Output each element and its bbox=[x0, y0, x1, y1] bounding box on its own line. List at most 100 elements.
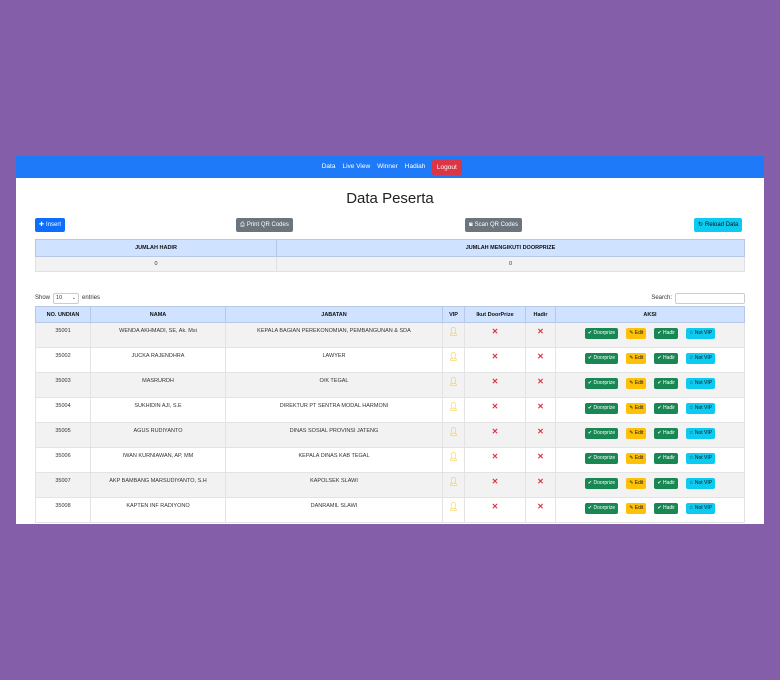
doorprize-button[interactable]: ✔ Doorprize bbox=[584, 328, 619, 339]
edit-button[interactable]: ✎ Edit bbox=[626, 353, 647, 364]
hadir-button[interactable]: ✔ Hadir bbox=[654, 378, 678, 389]
check-icon: ✔ bbox=[657, 455, 662, 461]
reload-button[interactable]: ↻ Reload Data bbox=[694, 218, 743, 232]
cell-no-undian: 35004 bbox=[35, 397, 91, 423]
cell-ikut-doorprize: ✕ bbox=[464, 447, 526, 473]
chevron-down-icon: ⌄ bbox=[71, 294, 77, 301]
cell-aksi: ✔ Doorprize ✎ Edit ✔ Hadir ☆ Not VIP bbox=[555, 322, 745, 348]
not-vip-button[interactable]: ☆ Not VIP bbox=[685, 453, 716, 464]
action-group: ✔ Doorprize ✎ Edit ✔ Hadir ☆ Not VIP bbox=[556, 403, 744, 414]
cell-vip: 👤︎ bbox=[442, 472, 465, 498]
user-icon: 👤︎ bbox=[448, 427, 459, 436]
hadir-label: Hadir bbox=[663, 455, 675, 461]
search-input[interactable] bbox=[675, 292, 745, 304]
not-vip-button[interactable]: ☆ Not VIP bbox=[685, 328, 716, 339]
doorprize-button[interactable]: ✔ Doorprize bbox=[584, 353, 619, 364]
edit-button[interactable]: ✎ Edit bbox=[626, 403, 647, 414]
doorprize-button[interactable]: ✔ Doorprize bbox=[584, 428, 619, 439]
check-icon: ✔ bbox=[657, 380, 662, 386]
doorprize-button[interactable]: ✔ Doorprize bbox=[584, 403, 619, 414]
edit-button[interactable]: ✎ Edit bbox=[626, 453, 647, 464]
hadir-button[interactable]: ✔ Hadir bbox=[654, 403, 678, 414]
check-icon: ✔ bbox=[587, 480, 593, 486]
hadir-button[interactable]: ✔ Hadir bbox=[654, 453, 678, 464]
action-group: ✔ Doorprize ✎ Edit ✔ Hadir ☆ Not VIP bbox=[556, 328, 744, 339]
cell-aksi: ✔ Doorprize ✎ Edit ✔ Hadir ☆ Not VIP bbox=[555, 472, 745, 498]
edit-button[interactable]: ✎ Edit bbox=[626, 328, 647, 339]
cell-no-undian: 35007 bbox=[35, 472, 91, 498]
cell-no-undian: 35008 bbox=[35, 497, 91, 523]
logout-button[interactable]: Logout bbox=[431, 159, 462, 175]
camera-icon: ◙ bbox=[469, 222, 473, 228]
table-row: 35002 JUCKA RAJENDHRA LAWYER 👤︎ ✕ ✕ ✔ Doorpriz… bbox=[35, 347, 745, 373]
check-icon: ✔ bbox=[657, 480, 662, 486]
cell-aksi: ✔ Doorprize ✎ Edit ✔ Hadir ☆ Not VIP bbox=[555, 347, 745, 373]
header-aksi[interactable]: AKSI bbox=[555, 306, 745, 323]
hadir-button[interactable]: ✔ Hadir bbox=[654, 328, 678, 339]
cell-nama: KAPTEN INF RADIYONO bbox=[90, 497, 226, 523]
not-vip-button[interactable]: ☆ Not VIP bbox=[685, 378, 716, 389]
header-no-undian[interactable]: NO. UNDIAN bbox=[35, 306, 91, 323]
pencil-icon: ✎ bbox=[629, 330, 634, 336]
cell-aksi: ✔ Doorprize ✎ Edit ✔ Hadir ☆ Not VIP bbox=[555, 497, 745, 523]
table-row: 35008 KAPTEN INF RADIYONO DANRAMIL SLAWI 👤︎… bbox=[35, 497, 745, 523]
not-vip-button[interactable]: ☆ Not VIP bbox=[685, 403, 716, 414]
hadir-button[interactable]: ✔ Hadir bbox=[654, 353, 678, 364]
cross-icon: ✕ bbox=[537, 327, 544, 336]
table-row: 35005 AGUS RUDIYANTO DINAS SOSIAL PROVINSI… bbox=[35, 422, 745, 448]
doorprize-button[interactable]: ✔ Doorprize bbox=[584, 378, 619, 389]
hadir-label: Hadir bbox=[663, 355, 675, 361]
pencil-icon: ✎ bbox=[629, 380, 634, 386]
doorprize-label: Doorprize bbox=[593, 455, 616, 461]
doorprize-button[interactable]: ✔ Doorprize bbox=[584, 503, 619, 514]
edit-button[interactable]: ✎ Edit bbox=[626, 378, 647, 389]
nav-live-view[interactable]: Live View bbox=[339, 156, 374, 178]
doorprize-button[interactable]: ✔ Doorprize bbox=[584, 478, 619, 489]
cross-icon: ✕ bbox=[537, 452, 544, 461]
edit-button[interactable]: ✎ Edit bbox=[626, 503, 647, 514]
hadir-button[interactable]: ✔ Hadir bbox=[654, 478, 678, 489]
nav-data[interactable]: Data bbox=[318, 156, 339, 178]
edit-button[interactable]: ✎ Edit bbox=[626, 478, 647, 489]
not-vip-label: Not VIP bbox=[694, 430, 713, 436]
user-icon: 👤︎ bbox=[448, 352, 459, 361]
not-vip-button[interactable]: ☆ Not VIP bbox=[685, 353, 716, 364]
cross-icon: ✕ bbox=[537, 352, 544, 361]
cell-nama: MASRURDH bbox=[90, 372, 226, 398]
show-label: Show bbox=[35, 295, 51, 301]
insert-button[interactable]: ✚ Insert bbox=[35, 218, 66, 232]
top-navbar: Data Live View Winner Hadiah Logout bbox=[16, 156, 764, 178]
nav-winner[interactable]: Winner bbox=[374, 156, 402, 178]
doorprize-button[interactable]: ✔ Doorprize bbox=[584, 453, 619, 464]
hadir-button[interactable]: ✔ Hadir bbox=[654, 503, 678, 514]
cell-hadir: ✕ bbox=[525, 322, 556, 348]
action-group: ✔ Doorprize ✎ Edit ✔ Hadir ☆ Not VIP bbox=[556, 478, 744, 489]
not-vip-label: Not VIP bbox=[694, 505, 713, 511]
nav-hadiah[interactable]: Hadiah bbox=[401, 156, 429, 178]
cross-icon: ✕ bbox=[537, 477, 544, 486]
edit-label: Edit bbox=[634, 380, 644, 386]
not-vip-button[interactable]: ☆ Not VIP bbox=[685, 503, 716, 514]
header-jabatan[interactable]: JABATAN bbox=[225, 306, 443, 323]
not-vip-button[interactable]: ☆ Not VIP bbox=[685, 478, 716, 489]
cell-nama: AGUS RUDIYANTO bbox=[90, 422, 226, 448]
header-vip[interactable]: VIP bbox=[442, 306, 465, 323]
header-hadir[interactable]: Hadir bbox=[525, 306, 556, 323]
print-qr-button[interactable]: ⎙ Print QR Codes bbox=[236, 218, 293, 232]
cell-aksi: ✔ Doorprize ✎ Edit ✔ Hadir ☆ Not VIP bbox=[555, 447, 745, 473]
summary-header-doorprize: JUMLAH MENGIKUTI DOORPRIZE bbox=[276, 239, 745, 257]
pencil-icon: ✎ bbox=[629, 480, 634, 486]
entries-select[interactable]: 10 ⌄ bbox=[53, 292, 80, 304]
header-nama[interactable]: NAMA bbox=[90, 306, 226, 323]
cell-jabatan: DIREKTUR PT SENTRA MODAL HARMONI bbox=[225, 397, 443, 423]
hadir-button[interactable]: ✔ Hadir bbox=[654, 428, 678, 439]
not-vip-button[interactable]: ☆ Not VIP bbox=[685, 428, 716, 439]
check-icon: ✔ bbox=[587, 430, 593, 436]
entries-value: 10 bbox=[56, 294, 63, 301]
edit-button[interactable]: ✎ Edit bbox=[626, 428, 647, 439]
cross-icon: ✕ bbox=[491, 402, 499, 411]
edit-label: Edit bbox=[634, 480, 644, 486]
header-ikut-doorprize[interactable]: Ikut DoorPrize bbox=[464, 306, 526, 323]
scan-qr-button[interactable]: ◙ Scan QR Codes bbox=[465, 218, 522, 232]
action-group: ✔ Doorprize ✎ Edit ✔ Hadir ☆ Not VIP bbox=[556, 453, 744, 464]
